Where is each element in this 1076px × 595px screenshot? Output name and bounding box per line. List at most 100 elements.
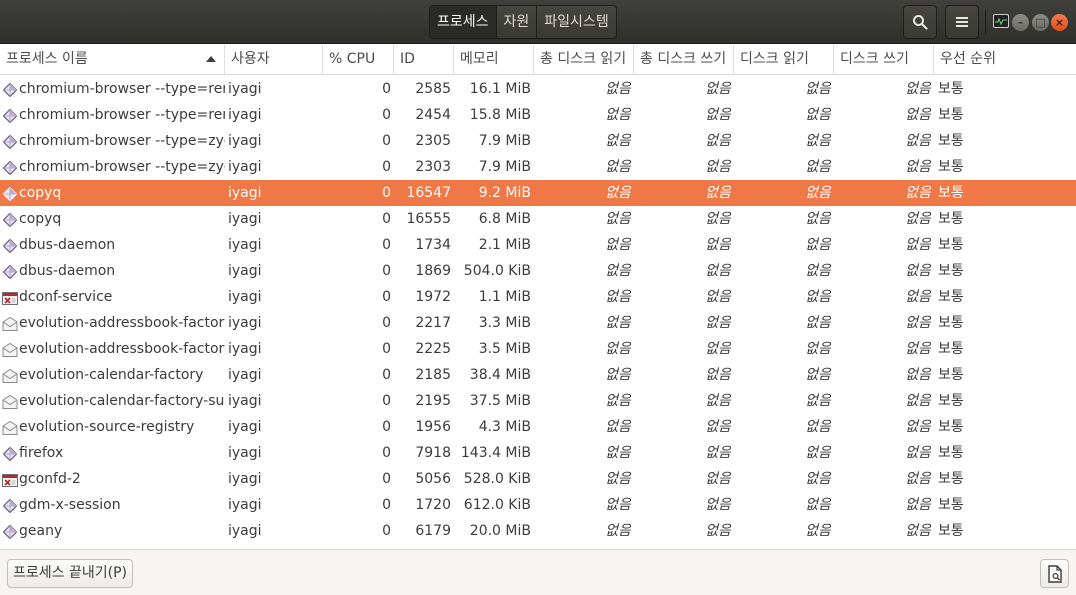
search-button[interactable] bbox=[903, 5, 937, 39]
process-name: copyq bbox=[19, 185, 62, 201]
table-row[interactable]: copyq iyagi 0 16547 9.2 MiB 없음 없음 없음 없음 보통 bbox=[0, 180, 1076, 206]
table-row[interactable]: dbus-daemon iyagi 0 1869 504.0 KiB 없음 없음 없음 없음 보통 bbox=[0, 258, 1076, 284]
table-row[interactable]: firefox iyagi 0 7918 143.4 MiB 없음 없음 없음 없음 보통 bbox=[0, 440, 1076, 466]
column-header-user[interactable]: 사용자 bbox=[225, 45, 323, 74]
column-header-name[interactable]: 프로세스 이름 bbox=[0, 45, 225, 74]
process-disk-read: 없음 bbox=[805, 133, 831, 149]
process-user: iyagi bbox=[228, 211, 262, 227]
process-cpu: 0 bbox=[382, 263, 391, 279]
process-disk-write-total: 없음 bbox=[705, 393, 731, 409]
column-header-disk-write-total[interactable]: 총 디스크 쓰기 bbox=[634, 45, 734, 74]
process-memory: 612.0 KiB bbox=[463, 497, 531, 513]
process-disk-read: 없음 bbox=[805, 211, 831, 227]
process-user: iyagi bbox=[228, 315, 262, 331]
process-id: 1720 bbox=[415, 497, 451, 513]
table-row[interactable]: gconfd-2 iyagi 0 5056 528.0 KiB 없음 없음 없음 없음 보통 bbox=[0, 466, 1076, 492]
tab-processes[interactable]: 프로세스 bbox=[430, 6, 497, 38]
column-header-memory[interactable]: 메모리 bbox=[454, 45, 534, 74]
column-header-disk-write[interactable]: 디스크 쓰기 bbox=[834, 45, 934, 74]
process-id: 5056 bbox=[415, 471, 451, 487]
process-diamond-icon bbox=[2, 159, 18, 175]
process-disk-read-total: 없음 bbox=[605, 419, 631, 435]
process-id: 1972 bbox=[415, 289, 451, 305]
column-header-priority[interactable]: 우선 순위 bbox=[934, 45, 1076, 74]
column-header-disk-read[interactable]: 디스크 읽기 bbox=[734, 45, 834, 74]
process-disk-write-total: 없음 bbox=[705, 471, 731, 487]
table-row[interactable]: chromium-browser --type=zygoteiyagi 0 2303… bbox=[0, 154, 1076, 180]
process-user: iyagi bbox=[228, 133, 262, 149]
close-button[interactable]: × bbox=[1051, 14, 1068, 31]
process-disk-write: 없음 bbox=[905, 159, 931, 175]
table-row[interactable]: chromium-browser --type=rendereriyagi 0 25… bbox=[0, 76, 1076, 102]
end-process-button[interactable]: 프로세스 끝내기(P) bbox=[7, 559, 133, 588]
table-row[interactable]: chromium-browser --type=zygoteiyagi 0 2305… bbox=[0, 128, 1076, 154]
process-disk-write: 없음 bbox=[905, 393, 931, 409]
process-disk-write-total: 없음 bbox=[705, 211, 731, 227]
table-row[interactable]: chromium-browser --type=rendereriyagi 0 24… bbox=[0, 102, 1076, 128]
process-id: 1956 bbox=[415, 419, 451, 435]
table-row[interactable]: evolution-addressbook-factory iyagi 0 2217 3… bbox=[0, 310, 1076, 336]
process-user: iyagi bbox=[228, 289, 262, 305]
process-memory: 143.4 MiB bbox=[460, 445, 531, 461]
process-id: 2217 bbox=[415, 315, 451, 331]
process-cpu: 0 bbox=[382, 419, 391, 435]
process-id: 1734 bbox=[415, 237, 451, 253]
menu-button[interactable] bbox=[945, 5, 979, 39]
table-row[interactable]: dconf-service iyagi 0 1972 1.1 MiB 없음 없음 없음 없음 보통 bbox=[0, 284, 1076, 310]
process-list[interactable]: chromium-browser --type=rendereriyagi025… bbox=[0, 76, 1076, 548]
process-envelope-icon bbox=[2, 419, 18, 435]
process-cpu: 0 bbox=[382, 211, 391, 227]
process-disk-read: 없음 bbox=[805, 523, 831, 539]
table-row[interactable]: gdm-x-session iyagi 0 1720 612.0 KiB 없음 없음 없음 없음… bbox=[0, 492, 1076, 518]
table-row[interactable]: dbus-daemon iyagi 0 1734 2.1 MiB 없음 없음 없음 없음 보통 bbox=[0, 232, 1076, 258]
maximize-button[interactable]: □ bbox=[1032, 14, 1049, 31]
process-disk-write: 없음 bbox=[905, 471, 931, 487]
process-name: dbus-daemon bbox=[19, 263, 116, 279]
table-row[interactable]: evolution-calendar-factory iyagi 0 2185 38.4… bbox=[0, 362, 1076, 388]
process-user: iyagi bbox=[228, 445, 262, 461]
column-header-cpu[interactable]: % CPU bbox=[323, 45, 394, 74]
process-disk-write-total: 없음 bbox=[705, 315, 731, 331]
process-disk-read-total: 없음 bbox=[605, 289, 631, 305]
process-disk-write-total: 없음 bbox=[705, 107, 731, 123]
properties-button[interactable] bbox=[1040, 559, 1069, 588]
process-user: iyagi bbox=[228, 107, 262, 123]
process-diamond-icon bbox=[2, 497, 18, 513]
tab-filesystems[interactable]: 파일시스템 bbox=[537, 6, 616, 38]
process-id: 2585 bbox=[415, 81, 451, 97]
process-disk-read: 없음 bbox=[805, 393, 831, 409]
process-diamond-icon bbox=[2, 211, 18, 227]
minimize-icon: – bbox=[1017, 16, 1024, 29]
process-memory: 9.2 MiB bbox=[478, 185, 531, 201]
tab-resources[interactable]: 자원 bbox=[496, 6, 538, 38]
process-disk-write-total: 없음 bbox=[705, 159, 731, 175]
table-row[interactable]: evolution-source-registry iyagi 0 1956 4.3 M… bbox=[0, 414, 1076, 440]
table-row[interactable]: copyq iyagi 0 16555 6.8 MiB 없음 없음 없음 없음 보통 bbox=[0, 206, 1076, 232]
process-disk-write-total: 없음 bbox=[705, 341, 731, 357]
process-id: 7918 bbox=[415, 445, 451, 461]
process-diamond-icon bbox=[2, 263, 18, 279]
process-id: 2303 bbox=[415, 159, 451, 175]
minimize-button[interactable]: – bbox=[1012, 14, 1029, 31]
table-row[interactable]: evolution-calendar-factory-sub iyagi 0 2195… bbox=[0, 388, 1076, 414]
process-name: evolution-calendar-factory-sub bbox=[19, 393, 225, 409]
process-envelope-icon bbox=[2, 341, 18, 357]
hamburger-menu-icon bbox=[956, 17, 968, 27]
process-priority: 보통 bbox=[938, 81, 964, 97]
process-disk-read-total: 없음 bbox=[605, 185, 631, 201]
process-cpu: 0 bbox=[382, 107, 391, 123]
process-memory: 528.0 KiB bbox=[463, 471, 531, 487]
process-disk-write: 없음 bbox=[905, 497, 931, 513]
table-row[interactable]: geany iyagi 0 6179 20.0 MiB 없음 없음 없음 없음 보통 bbox=[0, 518, 1076, 544]
column-header-id[interactable]: ID bbox=[394, 45, 454, 74]
table-row[interactable]: evolution-addressbook-factory iyagi 0 2225 3… bbox=[0, 336, 1076, 362]
process-cpu: 0 bbox=[382, 237, 391, 253]
process-memory: 6.8 MiB bbox=[478, 211, 531, 227]
process-diamond-icon bbox=[2, 133, 18, 149]
process-priority: 보통 bbox=[938, 471, 964, 487]
process-disk-write-total: 없음 bbox=[705, 419, 731, 435]
process-name: geany bbox=[19, 523, 63, 539]
process-user: iyagi bbox=[228, 185, 262, 201]
column-header-disk-read-total[interactable]: 총 디스크 읽기 bbox=[534, 45, 634, 74]
maximize-icon: □ bbox=[1035, 16, 1046, 29]
